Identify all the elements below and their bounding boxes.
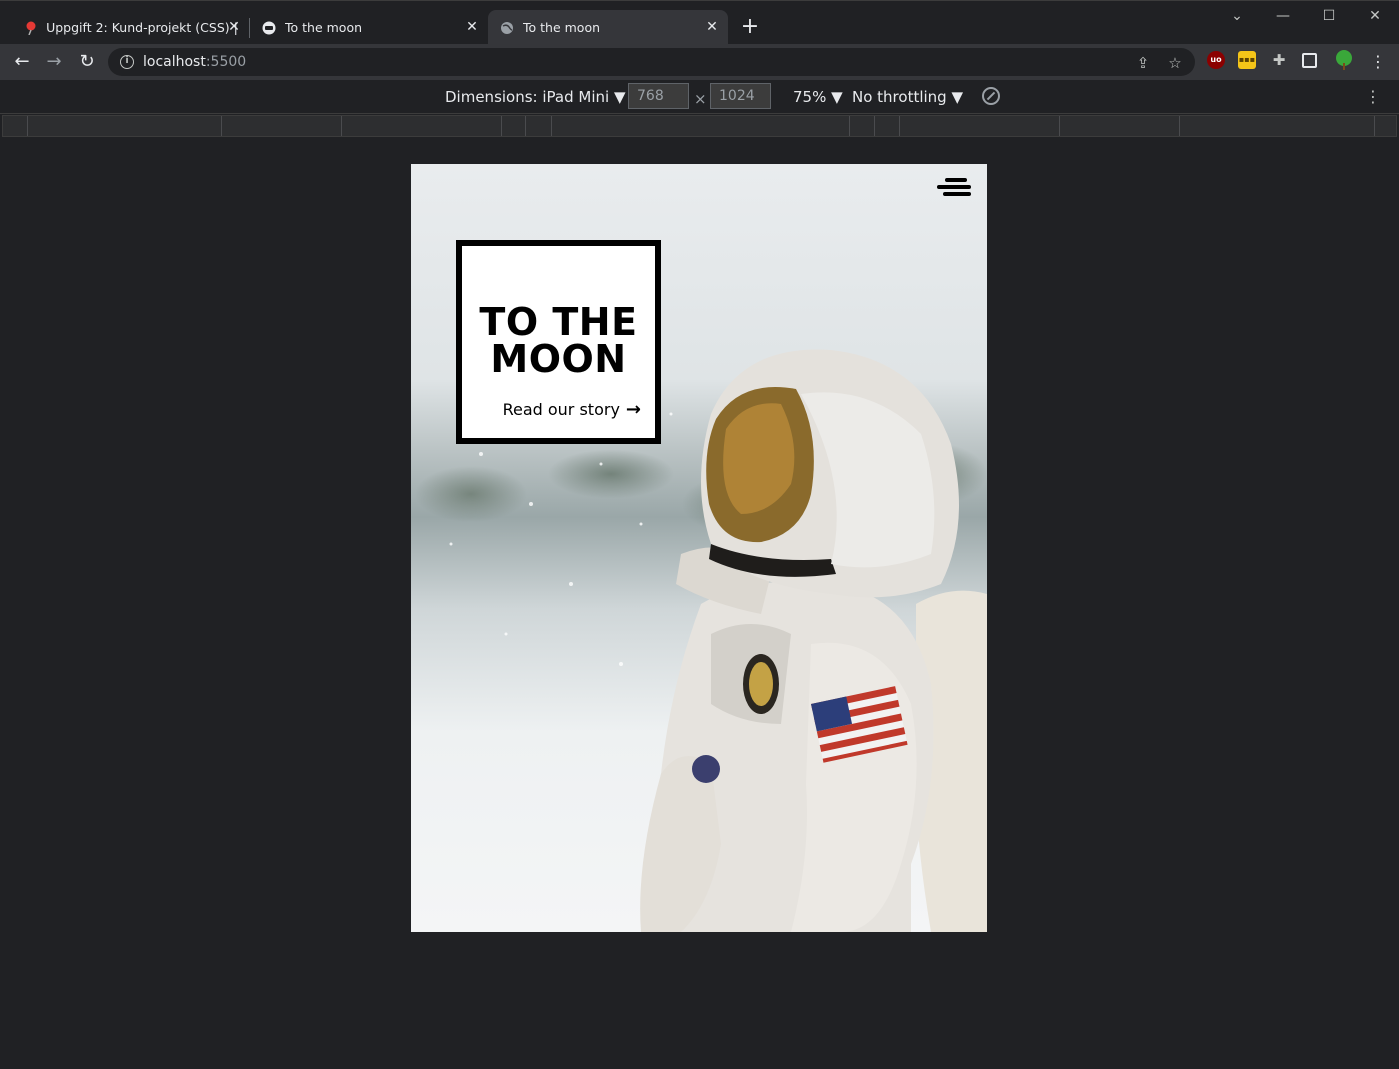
bookmark-star-icon[interactable]: ☆ — [1166, 54, 1184, 72]
tab-to-the-moon-active[interactable]: To the moon ✕ — [488, 10, 728, 45]
extension-yellow-icon[interactable]: ▪▪▪ — [1238, 51, 1256, 69]
hero-title-line2: MOON — [490, 337, 627, 381]
close-window-button[interactable]: ✕ — [1352, 5, 1398, 27]
zoom-select[interactable]: 75% ▼ — [793, 88, 843, 106]
tab-title: To the moon — [523, 20, 601, 35]
read-our-story-link[interactable]: Read our story → — [503, 399, 641, 420]
menu-kebab-icon[interactable]: ⋮ — [1366, 50, 1390, 74]
site-icon — [262, 21, 276, 35]
share-icon[interactable]: ⇪ — [1134, 54, 1152, 72]
tab-search-icon[interactable]: ⌄ — [1214, 5, 1260, 27]
address-bar[interactable]: i localhost :5500 ⇪ ☆ — [108, 48, 1195, 76]
pin-icon — [24, 21, 37, 35]
tab-strip: Uppgift 2: Kund-projekt (CSS) | H ✕ To t… — [0, 0, 1399, 45]
media-query-ruler[interactable] — [2, 115, 1397, 137]
device-dimensions-select[interactable]: Dimensions: iPad Mini ▼ — [445, 88, 625, 106]
device-toolbar: Dimensions: iPad Mini ▼ 768 × 1024 75% ▼… — [0, 80, 1399, 114]
read-our-story-label: Read our story — [502, 400, 620, 419]
rotate-icon[interactable] — [982, 87, 1000, 105]
tab-uppgift[interactable]: Uppgift 2: Kund-projekt (CSS) | H ✕ — [12, 10, 250, 45]
tab-title: To the moon — [285, 20, 363, 35]
profile-avatar-icon[interactable] — [1333, 49, 1355, 71]
site-info-icon[interactable]: i — [120, 55, 134, 69]
throttling-select[interactable]: No throttling ▼ — [852, 88, 963, 106]
browser-toolbar: ← → ↻ i localhost :5500 ⇪ ☆ uo ▪▪▪ ✚ ⋮ — [0, 44, 1399, 80]
device-menu-icon[interactable]: ⋮ — [1365, 88, 1381, 106]
hero-title: TO THE MOON — [462, 303, 655, 381]
close-tab-icon[interactable]: ✕ — [226, 19, 242, 35]
globe-icon — [500, 21, 514, 35]
times-separator: × — [694, 90, 707, 108]
ublock-extension-icon[interactable]: uo — [1207, 51, 1225, 69]
hamburger-menu-icon[interactable] — [937, 178, 971, 198]
tab-title: Uppgift 2: Kund-projekt (CSS) | H — [46, 20, 238, 35]
hero-title-box: TO THE MOON Read our story → — [456, 240, 661, 444]
reload-icon[interactable]: ↻ — [75, 50, 99, 74]
forward-icon[interactable]: → — [42, 50, 66, 74]
arrow-right-icon: → — [625, 399, 641, 420]
device-height-input[interactable]: 1024 — [710, 83, 771, 109]
device-width-input[interactable]: 768 — [628, 83, 689, 109]
new-tab-button[interactable]: + — [738, 15, 762, 39]
url-host: localhost — [143, 54, 206, 70]
close-tab-icon[interactable]: ✕ — [704, 19, 720, 35]
back-icon[interactable]: ← — [10, 50, 34, 74]
side-panel-icon[interactable] — [1302, 53, 1317, 68]
maximize-button[interactable]: ☐ — [1306, 5, 1352, 27]
device-viewport: TO THE MOON Read our story → — [411, 164, 987, 932]
close-tab-icon[interactable]: ✕ — [464, 19, 480, 35]
minimize-button[interactable]: — — [1260, 5, 1306, 27]
extensions-puzzle-icon[interactable]: ✚ — [1270, 51, 1288, 69]
url-port: :5500 — [205, 54, 247, 70]
tab-to-the-moon-1[interactable]: To the moon ✕ — [250, 10, 488, 45]
